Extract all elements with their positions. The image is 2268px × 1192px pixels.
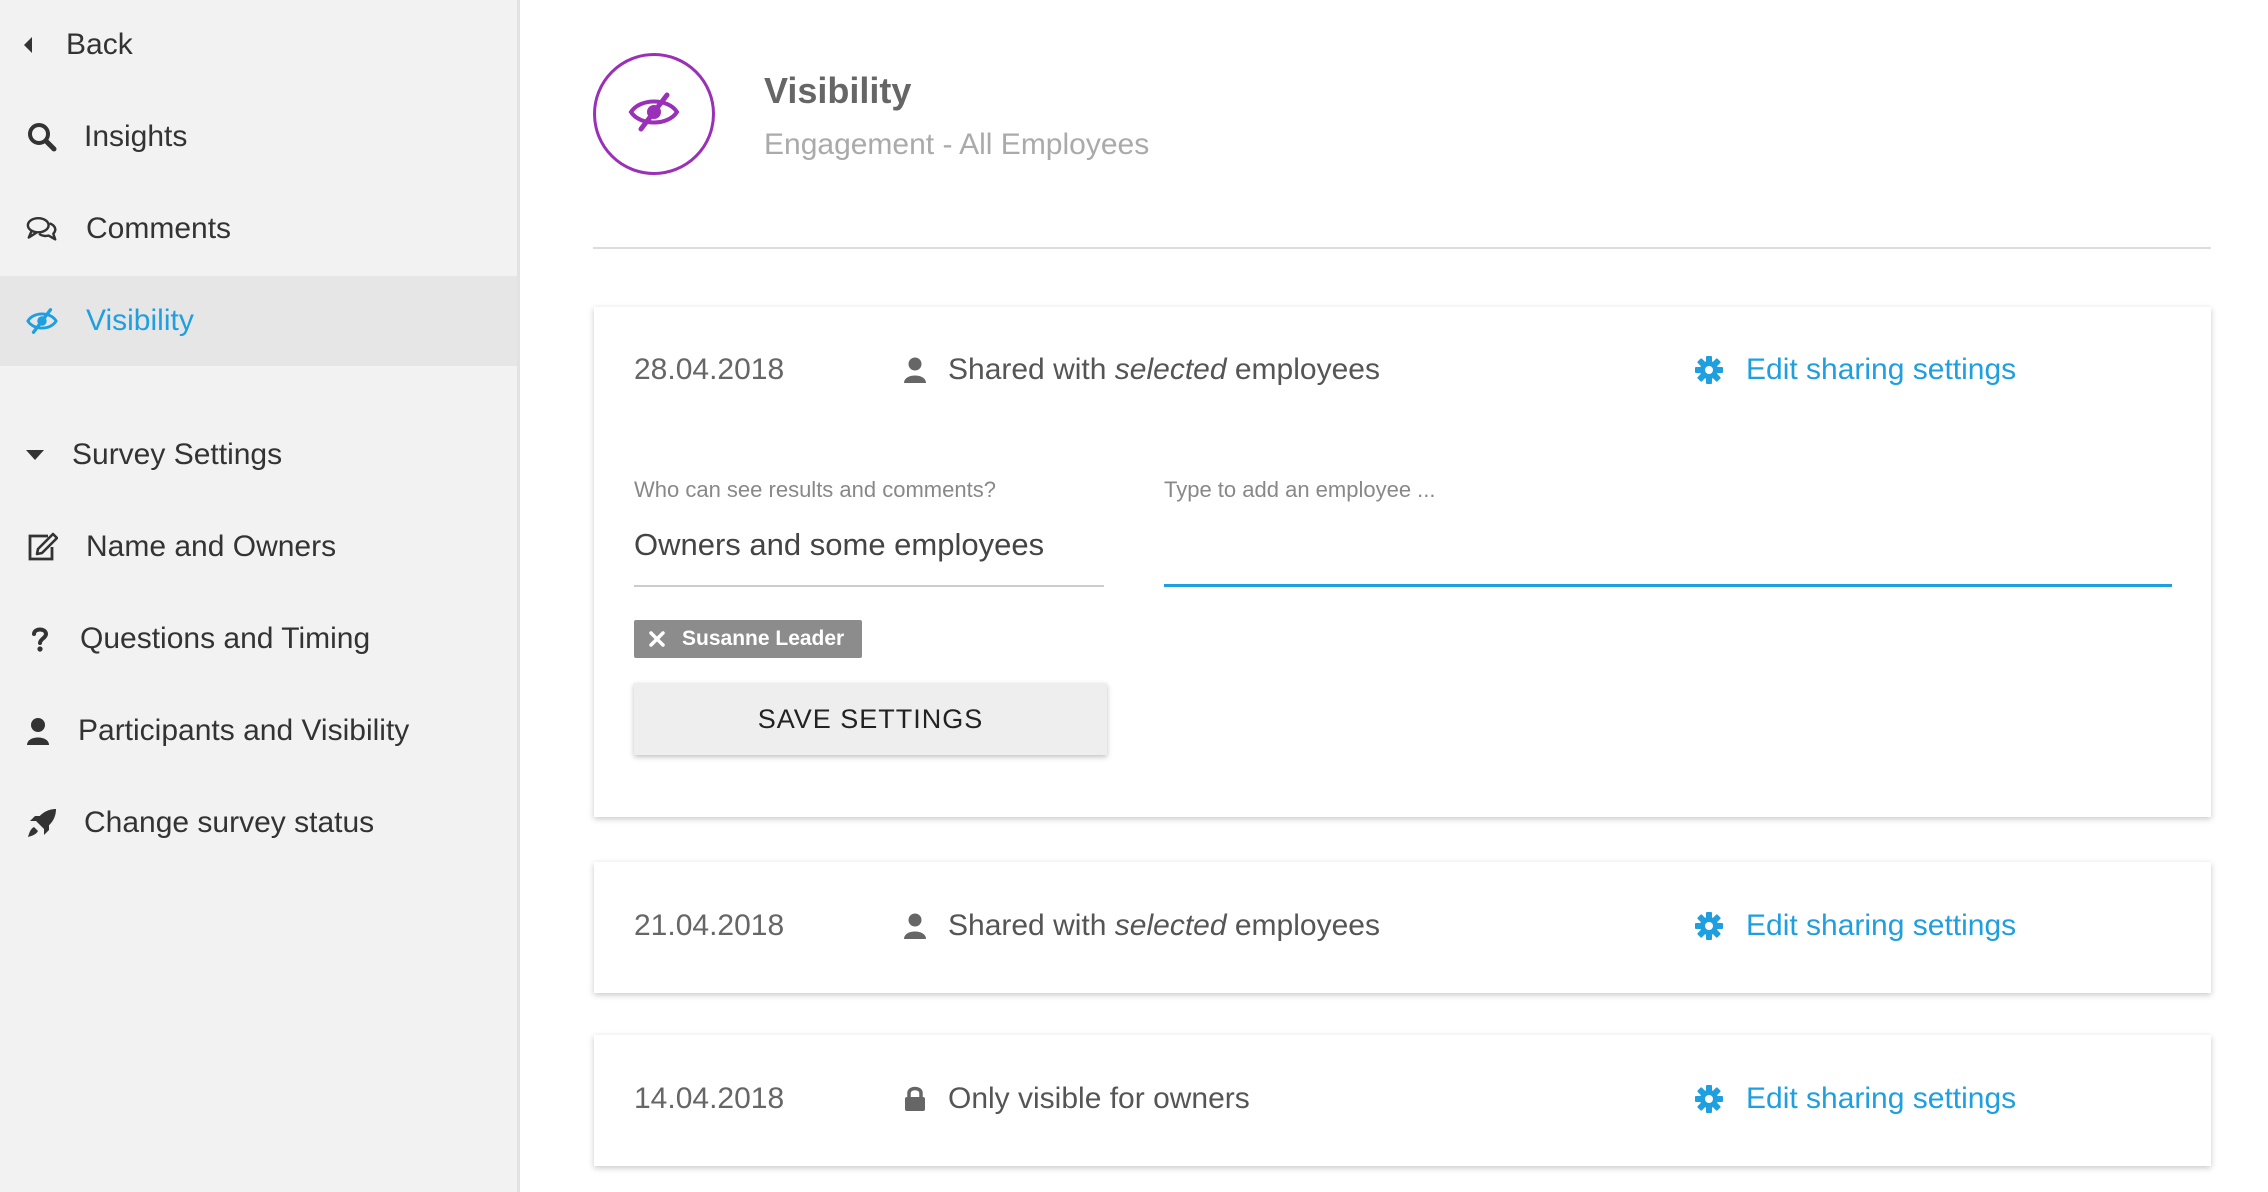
sidebar-item-label: Participants and Visibility [78,714,410,747]
sidebar-item-change-survey-status[interactable]: Change survey status [0,778,517,868]
sidebar-item-visibility[interactable]: Visibility [0,276,517,366]
sidebar-item-label: Change survey status [84,806,375,839]
gear-icon [1694,911,1724,941]
sidebar-item-name-and-owners[interactable]: Name and Owners [0,502,517,592]
rocket-icon [26,807,58,839]
sidebar-item-label: Insights [84,120,188,153]
search-icon [26,121,58,153]
share-text-suffix: employees [1234,353,1380,386]
page-title: Visibility [764,70,912,111]
sidebar: Back Insights Comments Visibility Survey… [0,0,520,1192]
back-button[interactable]: Back [0,0,517,90]
who-can-see-select[interactable]: Owners and some employees [634,517,1104,587]
sidebar-item-label: Name and Owners [86,530,337,563]
entry-date: 21.04.2018 [634,909,785,942]
add-employee-input[interactable] [1164,537,2172,587]
user-icon [22,715,54,747]
employee-chip: Susanne Leader [634,620,863,658]
entry-date: 14.04.2018 [634,1082,785,1115]
share-text-prefix: Shared with [948,909,1107,942]
lock-icon [902,1084,928,1114]
survey-settings-toggle[interactable]: Survey Settings [0,410,517,500]
visibility-header-icon [593,53,715,175]
entry-share-status: Shared with selected employees [902,909,1380,943]
caret-left-icon [20,29,36,61]
survey-settings-label: Survey Settings [72,438,283,471]
edit-icon [26,531,58,563]
eye-slash-icon [26,305,58,337]
entry-share-status: Only visible for owners [902,1082,1250,1116]
entry-date: 28.04.2018 [634,353,785,386]
eye-slash-icon [628,92,680,137]
sidebar-item-label: Questions and Timing [80,622,371,655]
page-subtitle: Engagement - All Employees [764,128,1150,161]
close-icon[interactable] [646,628,668,650]
edit-sharing-settings-link[interactable]: Edit sharing settings [1694,1082,2016,1116]
share-text-emphasis: selected [1114,909,1227,942]
user-icon [902,355,928,385]
sidebar-item-insights[interactable]: Insights [0,92,517,182]
comments-icon [26,213,58,245]
share-text: Only visible for owners [948,1082,1250,1115]
gear-icon [1694,355,1724,385]
share-text-emphasis: selected [1114,353,1227,386]
header-divider [593,247,2211,249]
gear-icon [1694,1084,1724,1114]
share-text-prefix: Shared with [948,353,1107,386]
sidebar-item-comments[interactable]: Comments [0,184,517,274]
sharing-entry-card: 14.04.2018 Only visible for owners Edit … [594,1035,2211,1166]
sidebar-item-questions-and-timing[interactable]: Questions and Timing [0,594,517,684]
save-settings-button[interactable]: SAVE SETTINGS [634,683,1107,755]
edit-sharing-label: Edit sharing settings [1746,353,2017,386]
sharing-entry-card: 21.04.2018 Shared with selected employee… [594,862,2211,993]
entry-share-status: Shared with selected employees [902,353,1380,387]
edit-sharing-label: Edit sharing settings [1746,1082,2017,1115]
back-label: Back [66,28,133,61]
edit-sharing-settings-link[interactable]: Edit sharing settings [1694,353,2016,387]
question-icon [24,623,56,655]
user-icon [902,911,928,941]
sidebar-item-participants-and-visibility[interactable]: Participants and Visibility [0,686,517,776]
sharing-entry-card: 28.04.2018 Shared with selected employee… [594,307,2211,817]
edit-sharing-settings-link[interactable]: Edit sharing settings [1694,909,2016,943]
edit-sharing-label: Edit sharing settings [1746,909,2017,942]
sidebar-item-label: Visibility [86,304,194,337]
caret-down-icon [20,439,50,471]
share-text-suffix: employees [1234,909,1380,942]
chip-label: Susanne Leader [682,627,845,650]
add-employee-label: Type to add an employee ... [1164,477,1436,502]
sidebar-item-label: Comments [86,212,232,245]
who-can-see-label: Who can see results and comments? [634,477,996,502]
